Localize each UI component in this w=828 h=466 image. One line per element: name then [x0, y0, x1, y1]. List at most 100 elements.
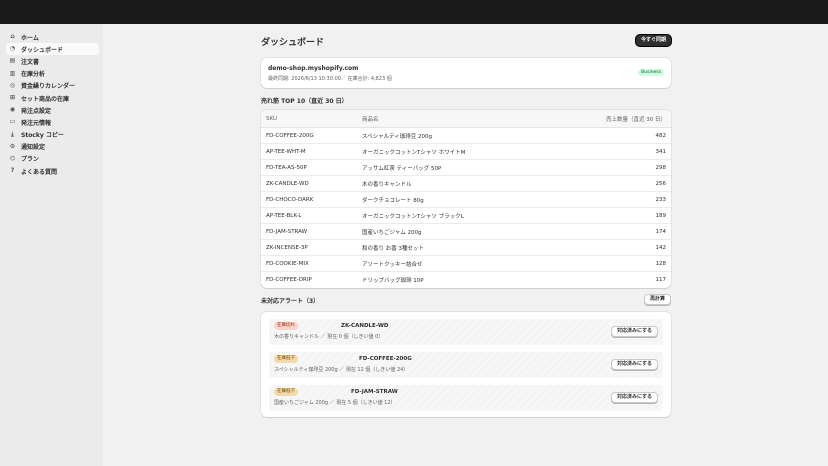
- cell-sku: AP-TEE-BLK-L: [266, 212, 302, 219]
- top-sellers-table: SKU 商品名 売上数量（直近 30 日） FD-COFFEE-200G スペシャ…: [261, 110, 671, 288]
- sidebar-item-reorder-settings[interactable]: ◉ 発注点設定: [6, 104, 99, 116]
- table-row: FD-CHOCO-DARK ダークチョコレート 80g 233: [261, 192, 671, 208]
- table-row: ZK-INCENSE-3P 和の香り お香 3種セット 142: [261, 240, 671, 256]
- sidebar-item-suppliers[interactable]: ▭ 発注元情報: [6, 116, 99, 128]
- alert-item: 在庫切れ ZK-CANDLE-WD 木の香りキャンドル ／ 現在 0 個（しきい値 …: [269, 319, 663, 345]
- sidebar-item-label: 発注点設定: [21, 107, 52, 115]
- sidebar-item-inventory-analysis[interactable]: ▥ 在庫分析: [6, 68, 99, 80]
- sync-now-button[interactable]: 今すぐ同期: [635, 35, 671, 46]
- table-row: FD-COOKIE-MIX アソートクッキー詰合せ 128: [261, 256, 671, 272]
- sidebar-item-bundle-inventory[interactable]: ⊞ セット商品の在庫: [6, 92, 99, 104]
- bundle-icon: ⊞: [9, 94, 16, 102]
- cell-sales-qty: 256: [655, 180, 667, 187]
- alert-detail: 国産いちごジャム 200g ／ 現在 5 個（しきい値 12）: [274, 400, 396, 406]
- alerts-title: 未対応アラート（3）: [261, 298, 320, 305]
- alert-detail: 木の香りキャンドル ／ 現在 0 個（しきい値 0）: [274, 334, 384, 340]
- alert-sku: FD-JAM-STRAW: [351, 389, 398, 395]
- question-icon: ?: [10, 167, 15, 175]
- cell-product-name: 木の香りキャンドル: [362, 181, 412, 188]
- cell-sku: FD-CHOCO-DARK: [266, 196, 314, 203]
- sidebar-item-plan[interactable]: ⌬ プラン: [6, 153, 99, 165]
- sidebar-item-stocky-copy[interactable]: ⤓ Stocky コピー: [6, 129, 99, 141]
- sidebar-item-label: 資金繰りカレンダー: [21, 83, 76, 91]
- cell-sku: AP-TEE-WHT-M: [266, 148, 306, 155]
- alerts-card: 在庫切れ ZK-CANDLE-WD 木の香りキャンドル ／ 現在 0 個（しきい値 …: [261, 312, 671, 417]
- cell-sales-qty: 233: [655, 196, 667, 203]
- cell-sku: ZK-INCENSE-3P: [266, 244, 308, 251]
- sidebar-item-label: 発注元情報: [21, 119, 52, 127]
- supplier-icon: ▭: [9, 118, 16, 126]
- sidebar-item-home[interactable]: ⌂ ホーム: [6, 31, 99, 43]
- cell-sku: FD-COFFEE-DRIP: [266, 277, 312, 283]
- bar-chart-icon: ▥: [9, 69, 16, 77]
- sidebar-item-notification-settings[interactable]: ⚙ 通知設定: [6, 141, 99, 153]
- home-icon: ⌂: [10, 33, 15, 41]
- sidebar-item-label: プラン: [21, 156, 40, 164]
- mark-resolved-button[interactable]: 対応済みにする: [610, 359, 658, 370]
- sidebar-item-label: 注文書: [21, 58, 40, 66]
- cell-product-name: ドリップバッグ珈琲 10P: [362, 278, 424, 284]
- cell-sales-qty: 482: [655, 132, 667, 139]
- shop-sync-meta: 最終同期: 2026/6/13 10:30:00／ 在庫合計: 4,823 個: [268, 76, 392, 82]
- admin-top-bar: [0, 0, 828, 24]
- column-header-sales-qty: 売上数量（直近 30 日）: [606, 116, 666, 123]
- main-content: ダッシュボード 今すぐ同期 demo-shop.myshopify.com 最終…: [261, 24, 671, 417]
- cell-product-name: アソートクッキー詰合せ: [362, 261, 423, 268]
- page-title: ダッシュボード: [261, 38, 325, 48]
- cell-sales-qty: 174: [655, 228, 667, 235]
- sidebar-nav: ⌂ ホーム ◔ ダッシュボード ▤ 注文書 ▥ 在庫分析 ◎ 資金繰りカレンダー ⊞ セット商品の在庫…: [0, 24, 103, 466]
- table-row: FD-COFFEE-DRIP ドリップバッグ珈琲 10P 117: [261, 272, 671, 288]
- cell-product-name: スペシャルティ珈琲豆 200g: [362, 133, 433, 140]
- gear-icon: ⚙: [9, 142, 16, 150]
- cell-sku: ZK-CANDLE-WD: [266, 180, 309, 187]
- shop-info-card: demo-shop.myshopify.com 最終同期: 2026/6/13 …: [261, 58, 671, 88]
- cell-sales-qty: 341: [655, 148, 667, 155]
- alert-status-badge: 在庫低下: [274, 388, 298, 396]
- cell-sku: FD-COOKIE-MIX: [266, 260, 309, 267]
- cell-sales-qty: 128: [655, 260, 667, 267]
- cell-sales-qty: 117: [655, 277, 667, 283]
- alert-item: 在庫低下 FD-COFFEE-200G スペシャルティ珈琲豆 200g ／ 現在 1…: [269, 352, 663, 378]
- cell-product-name: アッサム紅茶 ティーバッグ 50P: [362, 165, 442, 172]
- dashboard-icon: ◔: [9, 45, 16, 53]
- import-icon: ⤓: [11, 130, 14, 138]
- recalculate-button[interactable]: 再計算: [643, 294, 671, 305]
- cell-sales-qty: 189: [655, 212, 667, 219]
- cell-product-name: オーガニックコットンTシャツ ブラックL: [362, 213, 464, 220]
- sidebar-item-cashflow-calendar[interactable]: ◎ 資金繰りカレンダー: [6, 80, 99, 92]
- table-header: SKU 商品名 売上数量（直近 30 日）: [261, 110, 671, 128]
- sidebar-item-label: セット商品の在庫: [21, 95, 70, 103]
- cell-product-name: 国産いちごジャム 200g: [362, 229, 422, 236]
- document-icon: ▤: [9, 57, 16, 65]
- sidebar-item-label: よくある質問: [21, 168, 58, 176]
- plan-badge: Business: [638, 69, 664, 76]
- column-header-sku: SKU: [266, 115, 277, 122]
- sidebar-item-label: ホーム: [21, 34, 39, 42]
- cell-product-name: オーガニックコットンTシャツ ホワイトM: [362, 149, 466, 156]
- cell-product-name: 和の香り お香 3種セット: [362, 245, 424, 252]
- sidebar-item-label: Stocky コピー: [21, 132, 64, 140]
- page-header: ダッシュボード 今すぐ同期: [261, 24, 671, 56]
- alert-status-badge: 在庫低下: [274, 355, 298, 363]
- cell-sku: FD-TEA-AS-50P: [266, 164, 307, 171]
- column-header-product-name: 商品名: [362, 116, 379, 123]
- cell-sales-qty: 142: [655, 244, 667, 251]
- sidebar-item-label: ダッシュボード: [21, 46, 64, 54]
- alert-sku: FD-COFFEE-200G: [359, 356, 412, 362]
- alert-item: 在庫低下 FD-JAM-STRAW 国産いちごジャム 200g ／ 現在 5 個（し…: [269, 385, 663, 411]
- money-icon: ◎: [9, 81, 16, 89]
- table-row: AP-TEE-BLK-L オーガニックコットンTシャツ ブラックL 189: [261, 208, 671, 224]
- alert-sku: ZK-CANDLE-WD: [341, 323, 389, 329]
- cell-sku: FD-JAM-STRAW: [266, 228, 308, 235]
- sidebar-item-purchase-orders[interactable]: ▤ 注文書: [6, 55, 99, 67]
- top-sellers-title: 売れ筋 TOP 10（直近 30 日）: [261, 98, 348, 105]
- table-row: ZK-CANDLE-WD 木の香りキャンドル 256: [261, 176, 671, 192]
- table-row: AP-TEE-WHT-M オーガニックコットンTシャツ ホワイトM 341: [261, 144, 671, 160]
- mark-resolved-button[interactable]: 対応済みにする: [610, 326, 658, 337]
- sidebar-item-dashboard[interactable]: ◔ ダッシュボード: [6, 43, 99, 56]
- shop-domain: demo-shop.myshopify.com: [268, 65, 359, 72]
- reorder-point-icon: ◉: [9, 106, 16, 114]
- mark-resolved-button[interactable]: 対応済みにする: [610, 392, 658, 403]
- sidebar-item-faq[interactable]: ? よくある質問: [6, 165, 99, 177]
- alert-detail: スペシャルティ珈琲豆 200g ／ 現在 12 個（しきい値 24）: [274, 367, 409, 373]
